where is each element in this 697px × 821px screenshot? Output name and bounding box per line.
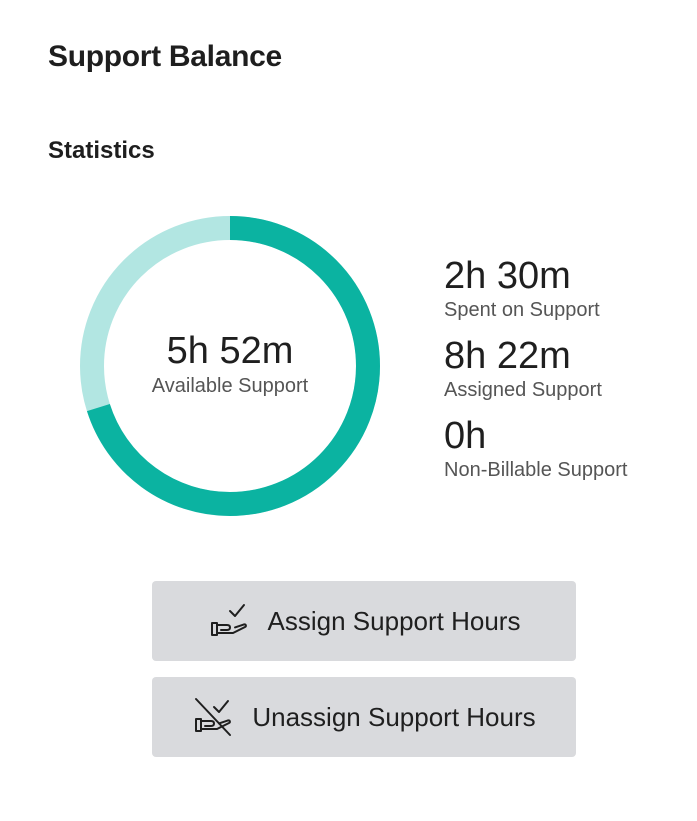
assign-button-label: Assign Support Hours (267, 605, 521, 636)
stat-spent: 2h 30m Spent on Support (444, 254, 694, 334)
stat-value: 0h (444, 415, 487, 457)
unassign-support-hours-button[interactable]: Unassign Support Hours (152, 677, 576, 757)
hand-check-crossed-icon (192, 695, 236, 739)
unassign-button-label: Unassign Support Hours (252, 701, 536, 732)
support-donut-chart: 5h 52m Available Support (80, 216, 380, 516)
available-support-value: 5h 52m (166, 330, 294, 372)
stat-value: 8h 22m (444, 335, 571, 377)
hand-check-icon (208, 599, 252, 643)
stat-non-billable: 0h Non-Billable Support (444, 414, 694, 494)
assign-support-hours-button[interactable]: Assign Support Hours (152, 581, 576, 661)
donut-center: 5h 52m Available Support (80, 216, 380, 516)
stat-assigned: 8h 22m Assigned Support (444, 334, 694, 414)
section-title-statistics: Statistics (48, 137, 155, 164)
available-support-label: Available Support (151, 375, 309, 397)
stat-label: Non-Billable Support (444, 459, 628, 481)
stats-list: 2h 30m Spent on Support 8h 22m Assigned … (444, 254, 694, 494)
page-title: Support Balance (48, 40, 282, 73)
stat-label: Assigned Support (444, 379, 602, 401)
stat-value: 2h 30m (444, 255, 571, 297)
stat-label: Spent on Support (444, 299, 600, 321)
